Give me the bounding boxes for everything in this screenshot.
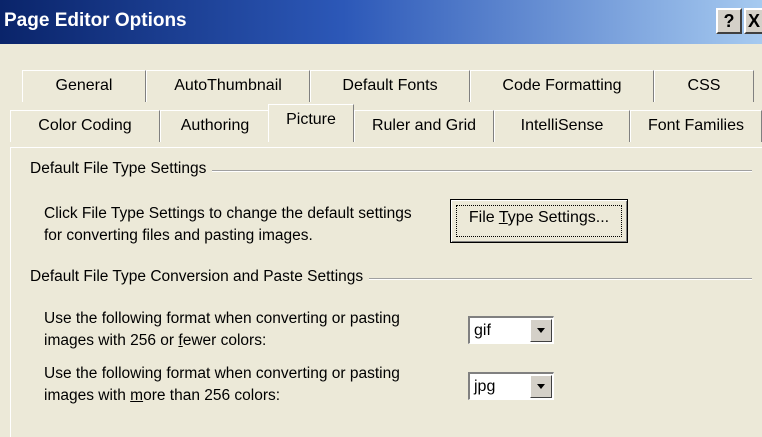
jpg-label-pre: images with (44, 387, 131, 404)
jpg-label-post: ore than 256 colors: (143, 387, 281, 404)
tab-color-coding[interactable]: Color Coding (10, 110, 160, 142)
low-color-format-select[interactable]: gif (468, 316, 554, 344)
gif-label-pre: images with 256 or (44, 332, 179, 349)
section1-description-line2: for converting files and pasting images. (44, 227, 313, 244)
gif-format-label-line1: Use the following format when converting… (44, 310, 400, 327)
gif-format-label-line2: images with 256 or fewer colors: (44, 330, 266, 351)
tab-intellisense[interactable]: IntelliSense (494, 110, 630, 142)
tab-authoring[interactable]: Authoring (160, 110, 270, 142)
tab-picture[interactable]: Picture (268, 104, 354, 142)
chevron-down-icon[interactable] (530, 375, 552, 398)
page-editor-options-dialog: Page Editor Options ? X General AutoThum… (0, 0, 762, 437)
window-title: Page Editor Options (4, 10, 187, 31)
tab-default-fonts[interactable]: Default Fonts (310, 70, 470, 102)
section2-label: Default File Type Conversion and Paste S… (30, 268, 370, 286)
low-color-format-value: gif (474, 322, 491, 339)
section1-description-line1: Click File Type Settings to change the d… (44, 205, 412, 222)
tab-font-families[interactable]: Font Families (630, 110, 762, 142)
gif-label-post: ewer colors: (182, 332, 267, 349)
title-bar: Page Editor Options ? X (0, 0, 762, 44)
file-type-settings-text-post: ype Settings... (507, 209, 610, 226)
file-type-settings-focus: File Type Settings... (456, 205, 622, 237)
close-button[interactable]: X (744, 8, 762, 34)
tab-ruler-and-grid[interactable]: Ruler and Grid (354, 110, 494, 142)
file-type-settings-text-pre: File (468, 209, 499, 226)
tab-autothumbnail[interactable]: AutoThumbnail (146, 70, 310, 102)
jpg-label-accesskey: m (130, 387, 144, 404)
section1-label: Default File Type Settings (30, 160, 213, 178)
jpg-format-label-line1: Use the following format when converting… (44, 365, 400, 382)
file-type-settings-button[interactable]: File Type Settings... (450, 199, 628, 243)
tab-code-formatting[interactable]: Code Formatting (470, 70, 654, 102)
help-button[interactable]: ? (716, 8, 742, 34)
file-type-settings-accesskey: T (498, 209, 508, 226)
jpg-format-label-line2: images with more than 256 colors: (44, 385, 280, 406)
high-color-format-select[interactable]: jpg (468, 372, 554, 400)
high-color-format-value: jpg (474, 378, 496, 395)
chevron-down-icon[interactable] (530, 319, 552, 342)
tab-css[interactable]: CSS (654, 70, 754, 102)
tab-general[interactable]: General (22, 70, 146, 102)
